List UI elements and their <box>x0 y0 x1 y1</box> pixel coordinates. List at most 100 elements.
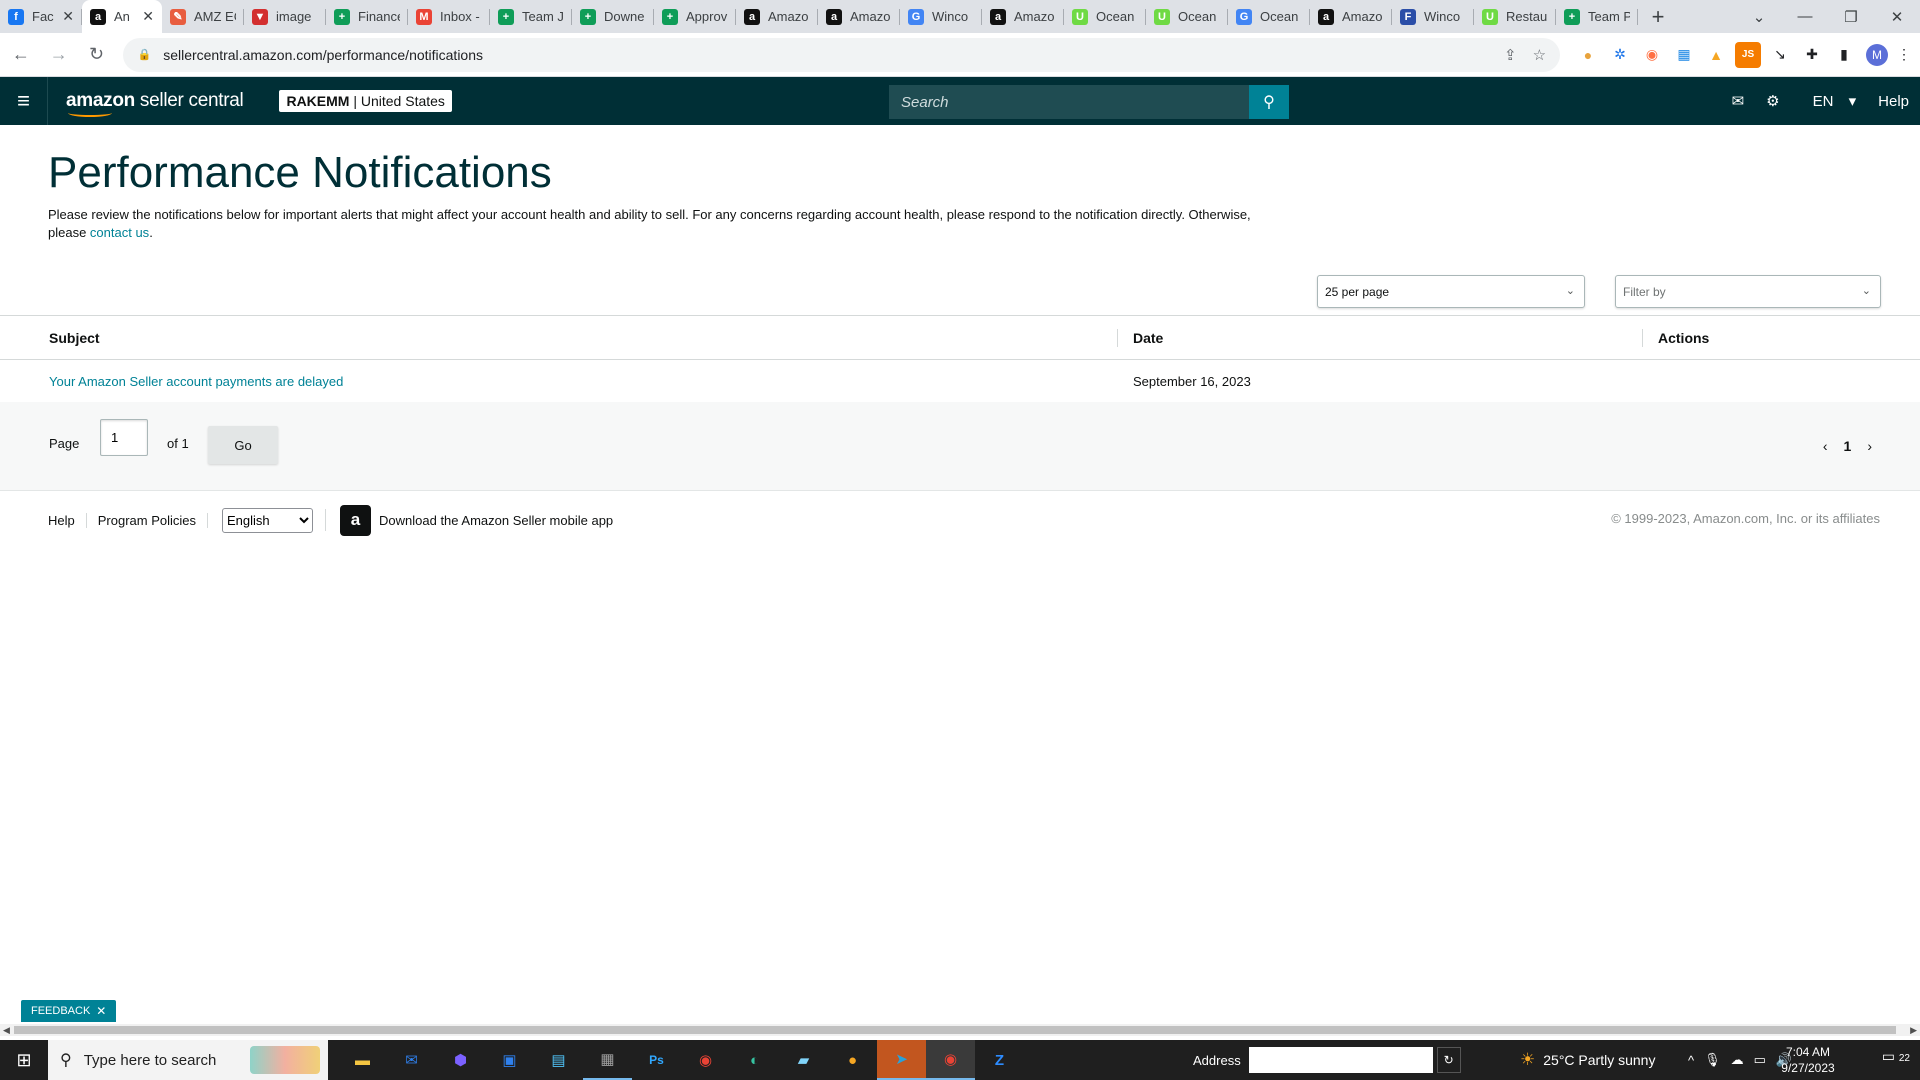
mail-icon[interactable]: ✉ <box>1732 92 1745 110</box>
browser-tab[interactable]: ✎ AMZ EC <box>162 0 244 33</box>
filter-select[interactable]: Filter by ⌄ <box>1615 275 1881 308</box>
lock-icon[interactable]: 🔒 <box>137 48 151 61</box>
settings-gear-icon[interactable]: ⚙ <box>1766 92 1779 110</box>
restore-button[interactable]: ❐ <box>1828 0 1874 33</box>
language-selector[interactable]: EN ▾ <box>1802 92 1857 110</box>
address-input[interactable] <box>1248 1047 1433 1073</box>
scrollbar-thumb[interactable] <box>14 1026 1896 1034</box>
scroll-left-icon[interactable]: ◀ <box>3 1024 10 1036</box>
edge-icon[interactable]: ◐ <box>730 1040 779 1080</box>
feedback-button[interactable]: FEEDBACK ✕ <box>21 1000 117 1022</box>
horizontal-scrollbar[interactable]: ◀ ▶ <box>0 1024 1920 1036</box>
browser-menu-icon[interactable]: ⋮ <box>1891 42 1917 68</box>
onedrive-icon[interactable]: ☁ <box>1731 1052 1744 1068</box>
calculator-icon[interactable]: ▦ <box>583 1040 632 1080</box>
new-tab-button[interactable]: + <box>1638 0 1678 33</box>
tab-search-icon[interactable]: ⌄ <box>1736 0 1782 33</box>
browser-tab[interactable]: G Ocean <box>1228 0 1310 33</box>
footer-language-select[interactable]: English <box>222 507 314 533</box>
close-icon[interactable]: ✕ <box>96 1004 106 1018</box>
monitor-app-icon[interactable]: ▤ <box>534 1040 583 1080</box>
browser-tab[interactable]: + Downe <box>572 0 654 33</box>
program-policies-link[interactable]: Program Policies <box>87 512 209 528</box>
honey-app-icon[interactable]: ● <box>828 1040 877 1080</box>
browser-tab[interactable]: U Ocean <box>1146 0 1228 33</box>
zoom-icon[interactable]: Z <box>975 1040 1024 1080</box>
browser-tab[interactable]: + Team Jo <box>490 0 572 33</box>
notification-subject-link[interactable]: Your Amazon Seller account payments are … <box>49 374 343 389</box>
chrome-icon[interactable]: ◉ <box>681 1040 730 1080</box>
windows-start-icon[interactable]: ⊞ <box>0 1040 48 1080</box>
forward-button[interactable]: → <box>42 38 76 72</box>
download-app-link[interactable]: Download the Amazon Seller mobile app <box>379 513 613 528</box>
browser-tab[interactable]: U Ocean <box>1064 0 1146 33</box>
browser-tab[interactable]: a An ✕ <box>82 0 162 33</box>
browser-tab[interactable]: a Amazo <box>818 0 900 33</box>
browser-tab[interactable]: G Winco <box>900 0 982 33</box>
browser-tab[interactable]: a Amazo <box>736 0 818 33</box>
profile-avatar[interactable]: M <box>1866 43 1889 66</box>
browser-tab[interactable]: f Fac ✕ <box>0 0 82 33</box>
browser-tab[interactable]: + Team P <box>1556 0 1638 33</box>
network-icon[interactable]: ▭ <box>1754 1052 1766 1068</box>
current-page-number[interactable]: 1 <box>1844 438 1852 454</box>
side-panel-icon[interactable]: ▮ <box>1831 42 1857 68</box>
browser-tab[interactable]: + Finance <box>326 0 408 33</box>
reload-button[interactable]: ↻ <box>80 38 114 72</box>
footer-help-link[interactable]: Help <box>48 512 87 528</box>
extension-chart-icon[interactable]: ▦ <box>1671 42 1697 68</box>
extension-js-icon[interactable]: JS <box>1735 41 1762 68</box>
notification-center-icon[interactable]: ▭ 22 <box>1882 1048 1910 1065</box>
address-bar[interactable]: 🔒 sellercentral.amazon.com/performance/n… <box>123 37 1561 72</box>
browser-tab[interactable]: a Amazo <box>1310 0 1392 33</box>
browser-tab[interactable]: M Inbox - <box>408 0 490 33</box>
cortana-icon[interactable]: ⬢ <box>436 1040 485 1080</box>
date-header[interactable]: Date <box>1117 328 1642 347</box>
notes-app-icon[interactable]: ▰ <box>779 1040 828 1080</box>
browser-tab[interactable]: ▼ image <box>244 0 326 33</box>
microphone-icon[interactable]: 🎙 <box>1704 1052 1721 1068</box>
subject-header[interactable]: Subject <box>0 330 1117 346</box>
amazon-app-icon[interactable]: a <box>340 504 372 536</box>
bookmark-star-icon[interactable]: ☆ <box>1533 46 1546 64</box>
browser-tab[interactable]: U Restau <box>1474 0 1556 33</box>
browser-tab[interactable]: a Amazo <box>982 0 1064 33</box>
scroll-right-icon[interactable]: ▶ <box>1910 1024 1917 1036</box>
previous-page-icon[interactable]: ‹ <box>1823 438 1828 454</box>
close-tab-icon[interactable]: ✕ <box>142 8 154 25</box>
url-text[interactable]: sellercentral.amazon.com/performance/not… <box>163 47 1488 63</box>
minimize-button[interactable]: — <box>1782 0 1828 33</box>
contact-us-link[interactable]: contact us <box>90 225 149 240</box>
photoshop-icon[interactable]: Ps <box>632 1040 681 1080</box>
extension-honey-icon[interactable]: ● <box>1575 42 1601 68</box>
hamburger-menu-icon[interactable]: ≡ <box>0 77 48 125</box>
weather-widget[interactable]: ☀ 25°C Partly sunny <box>1520 1040 1655 1080</box>
next-page-icon[interactable]: › <box>1867 438 1872 454</box>
extension-arrow-icon[interactable]: ↘ <box>1767 42 1793 68</box>
page-number-input[interactable] <box>100 419 148 456</box>
address-refresh-icon[interactable]: ↻ <box>1436 1047 1461 1073</box>
seller-central-logo[interactable]: amazon seller central <box>66 90 244 117</box>
search-button[interactable]: ⚲ <box>1249 85 1289 119</box>
tray-chevron-icon[interactable]: ^ <box>1688 1053 1694 1068</box>
telegram-icon[interactable]: ➤ <box>877 1040 926 1080</box>
mail-app-icon[interactable]: ✉ <box>387 1040 436 1080</box>
share-icon[interactable]: ⇪ <box>1504 46 1517 64</box>
chrome-profile-icon[interactable]: ◉ <box>926 1040 975 1080</box>
extension-az-icon[interactable]: ▲ <box>1703 42 1729 68</box>
search-input[interactable] <box>889 85 1249 119</box>
file-explorer-icon[interactable]: ▬ <box>338 1040 387 1080</box>
marketplace-switcher[interactable]: RAKEMM | United States <box>279 90 452 112</box>
taskbar-search[interactable]: ⚲ Type here to search <box>48 1040 328 1080</box>
extensions-puzzle-icon[interactable]: ✚ <box>1799 42 1825 68</box>
browser-tab[interactable]: F Winco <box>1392 0 1474 33</box>
go-button[interactable]: Go <box>208 426 278 464</box>
close-tab-icon[interactable]: ✕ <box>62 8 74 25</box>
store-icon[interactable]: ▣ <box>485 1040 534 1080</box>
browser-tab[interactable]: + Approv <box>654 0 736 33</box>
extension-orange-icon[interactable]: ◉ <box>1639 42 1665 68</box>
back-button[interactable]: ← <box>4 38 38 72</box>
per-page-select[interactable]: 25 per page ⌄ <box>1317 275 1585 308</box>
extension-helium-icon[interactable]: ✲ <box>1607 42 1633 68</box>
help-link[interactable]: Help <box>1878 93 1909 110</box>
